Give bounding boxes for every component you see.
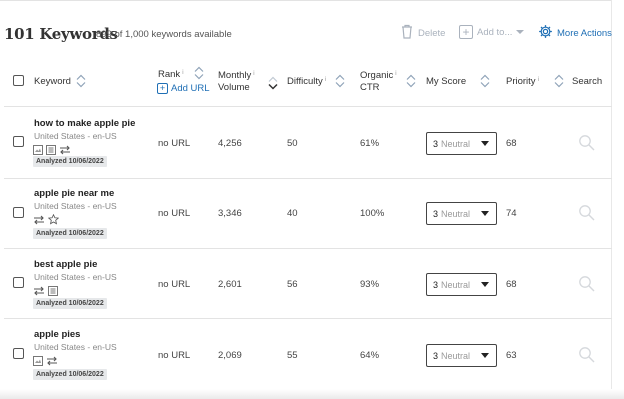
keyword-text[interactable]: best apple pie <box>34 259 97 270</box>
dropdown-caret-icon <box>481 353 489 358</box>
dropdown-caret-icon <box>481 211 489 216</box>
row-checkbox[interactable] <box>13 348 24 359</box>
rank-value: no URL <box>158 138 191 149</box>
sort-icon[interactable] <box>554 74 564 93</box>
my-score-select[interactable]: 3 Neutral <box>426 344 497 367</box>
add-url-button[interactable]: + Add URL <box>157 83 210 94</box>
right-divider <box>611 0 612 399</box>
gear-icon <box>538 24 553 42</box>
col-priority[interactable]: Priority i <box>506 76 539 88</box>
dropdown-caret-icon <box>481 141 489 146</box>
ctr-value: 61% <box>360 138 380 149</box>
search-icon[interactable] <box>578 346 595 368</box>
keyword-location: United States - en-US <box>34 131 117 141</box>
rank-value: no URL <box>158 279 191 290</box>
ctr-value: 100% <box>360 208 385 219</box>
col-keyword[interactable]: Keyword <box>34 76 71 88</box>
search-icon[interactable] <box>578 275 595 297</box>
col-difficulty[interactable]: Difficulty i <box>287 76 326 88</box>
col-rank[interactable]: Rank i <box>158 69 184 81</box>
info-icon[interactable]: i <box>538 77 539 83</box>
search-icon[interactable] <box>578 204 595 226</box>
keyword-text[interactable]: how to make apple pie <box>34 118 135 129</box>
delete-button[interactable]: Delete <box>401 24 445 42</box>
volume-value: 4,256 <box>218 138 242 149</box>
info-icon[interactable]: i <box>325 77 326 83</box>
analyzed-badge: Analyzed 10/06/2022 <box>33 369 107 380</box>
keyword-text[interactable]: apple pies <box>34 329 80 340</box>
divider <box>4 318 612 319</box>
info-icon[interactable]: i <box>253 71 254 77</box>
analyzed-badge: Analyzed 10/06/2022 <box>33 156 107 167</box>
add-to-label: Add to... <box>477 26 513 38</box>
analyzed-badge: Analyzed 10/06/2022 <box>33 298 107 309</box>
volume-value: 3,346 <box>218 208 242 219</box>
rank-value: no URL <box>158 350 191 361</box>
difficulty-value: 50 <box>287 138 298 149</box>
trash-icon <box>401 24 413 42</box>
more-actions-label: More Actions <box>557 27 612 39</box>
sort-icon-active[interactable] <box>268 76 278 95</box>
keywords-available: 899 of 1,000 keywords available <box>96 29 232 40</box>
ctr-value: 93% <box>360 279 380 290</box>
priority-value: 74 <box>506 208 517 219</box>
row-checkbox[interactable] <box>13 136 24 147</box>
divider <box>4 248 612 249</box>
keyword-location: United States - en-US <box>34 272 117 282</box>
rank-value: no URL <box>158 208 191 219</box>
sort-icon[interactable] <box>76 74 86 93</box>
priority-value: 68 <box>506 279 517 290</box>
col-organic-ctr[interactable]: Organic i CTR <box>360 70 397 94</box>
sort-icon[interactable] <box>480 74 490 93</box>
divider <box>4 178 612 179</box>
difficulty-value: 55 <box>287 350 298 361</box>
my-score-select[interactable]: 3 Neutral <box>426 202 497 225</box>
keyword-text[interactable]: apple pie near me <box>34 188 114 199</box>
sort-icon[interactable] <box>335 74 345 93</box>
difficulty-value: 56 <box>287 279 298 290</box>
delete-label: Delete <box>418 27 446 39</box>
row-checkbox[interactable] <box>13 207 24 218</box>
priority-value: 63 <box>506 350 517 361</box>
info-icon[interactable]: i <box>395 71 396 77</box>
difficulty-value: 40 <box>287 208 298 219</box>
add-url-label: Add URL <box>171 83 210 94</box>
analyzed-badge: Analyzed 10/06/2022 <box>33 228 107 239</box>
search-icon[interactable] <box>578 134 595 156</box>
keyword-location: United States - en-US <box>34 342 117 352</box>
row-checkbox[interactable] <box>13 277 24 288</box>
volume-value: 2,601 <box>218 279 242 290</box>
info-icon[interactable]: i <box>182 70 183 76</box>
volume-value: 2,069 <box>218 350 242 361</box>
plus-box-icon: + <box>157 83 168 94</box>
more-actions-button[interactable]: More Actions <box>538 24 612 42</box>
priority-value: 68 <box>506 138 517 149</box>
add-to-button[interactable]: + Add to... <box>459 25 525 39</box>
my-score-select[interactable]: 3 Neutral <box>426 132 497 155</box>
my-score-select[interactable]: 3 Neutral <box>426 273 497 296</box>
keyword-location: United States - en-US <box>34 201 117 211</box>
col-my-score[interactable]: My Score <box>426 76 466 88</box>
col-monthly-volume[interactable]: Monthly i Volume <box>218 70 255 94</box>
divider <box>4 106 612 107</box>
dropdown-caret-icon <box>481 282 489 287</box>
sort-icon[interactable] <box>406 74 416 93</box>
plus-box-icon: + <box>459 25 473 39</box>
col-search: Search <box>572 76 603 87</box>
top-divider <box>0 0 612 1</box>
select-all-checkbox[interactable] <box>13 75 24 86</box>
chevron-down-icon <box>516 27 525 38</box>
ctr-value: 64% <box>360 350 380 361</box>
bottom-shadow <box>0 389 624 399</box>
